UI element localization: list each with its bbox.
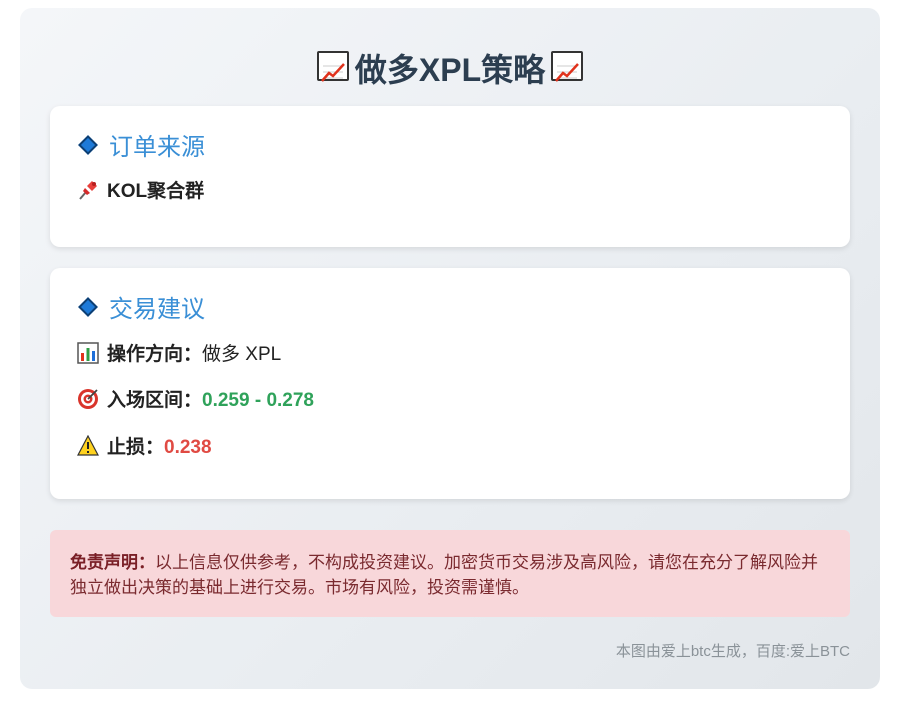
stop-loss-row: 止损：0.238 [77,434,212,461]
footer-credit: 本图由爱上btc生成，百度:爱上BTC [615,643,850,660]
direction-value: 做多 XPL [202,344,282,365]
blue-diamond-icon [78,297,98,317]
disclaimer-box: 免责声明：以上信息仅供参考，不构成投资建议。加密货币交易涉及高风险，请您在充分了… [50,530,850,617]
bar-chart-icon [77,342,99,364]
title-text: 做多XPL策略 [354,52,546,88]
stop-loss-label: 止损： [107,437,165,458]
disclaimer-text: 以上信息仅供参考，不构成投资建议。加密货币交易涉及高风险，请您在充分了解风险并独… [70,553,818,597]
entry-range-value: 0.259 - 0.278 [202,390,314,411]
trade-advice-card: 交易建议 操作方向：做多 XPL 入场区间：0.259 - 0.278 止损：0… [50,268,850,499]
pushpin-icon [77,179,99,201]
source-row: KOL聚合群 [77,179,204,205]
entry-label: 入场区间： [107,390,203,411]
order-source-heading: 订单来源 [77,133,205,163]
trade-advice-heading-text: 交易建议 [109,296,205,323]
page-title: 做多XPL策略 [20,48,880,92]
source-name: KOL聚合群 [107,181,205,202]
strategy-panel: 做多XPL策略 订单来源 KOL聚合群 交易建议 操作方向：做多 XPL 入场区… [20,8,880,689]
order-source-heading-text: 订单来源 [109,134,205,161]
direction-label: 操作方向： [107,344,203,365]
warning-icon [77,434,99,457]
chart-increasing-icon [316,51,349,82]
entry-row: 入场区间：0.259 - 0.278 [77,388,314,414]
direction-row: 操作方向：做多 XPL [77,342,281,368]
target-icon [77,388,99,410]
chart-increasing-icon [551,51,584,82]
order-source-card: 订单来源 KOL聚合群 [50,106,850,247]
blue-diamond-icon [78,135,98,155]
stop-loss-value: 0.238 [164,437,212,458]
disclaimer-label: 免责声明： [70,553,155,572]
trade-advice-heading: 交易建议 [77,295,205,325]
